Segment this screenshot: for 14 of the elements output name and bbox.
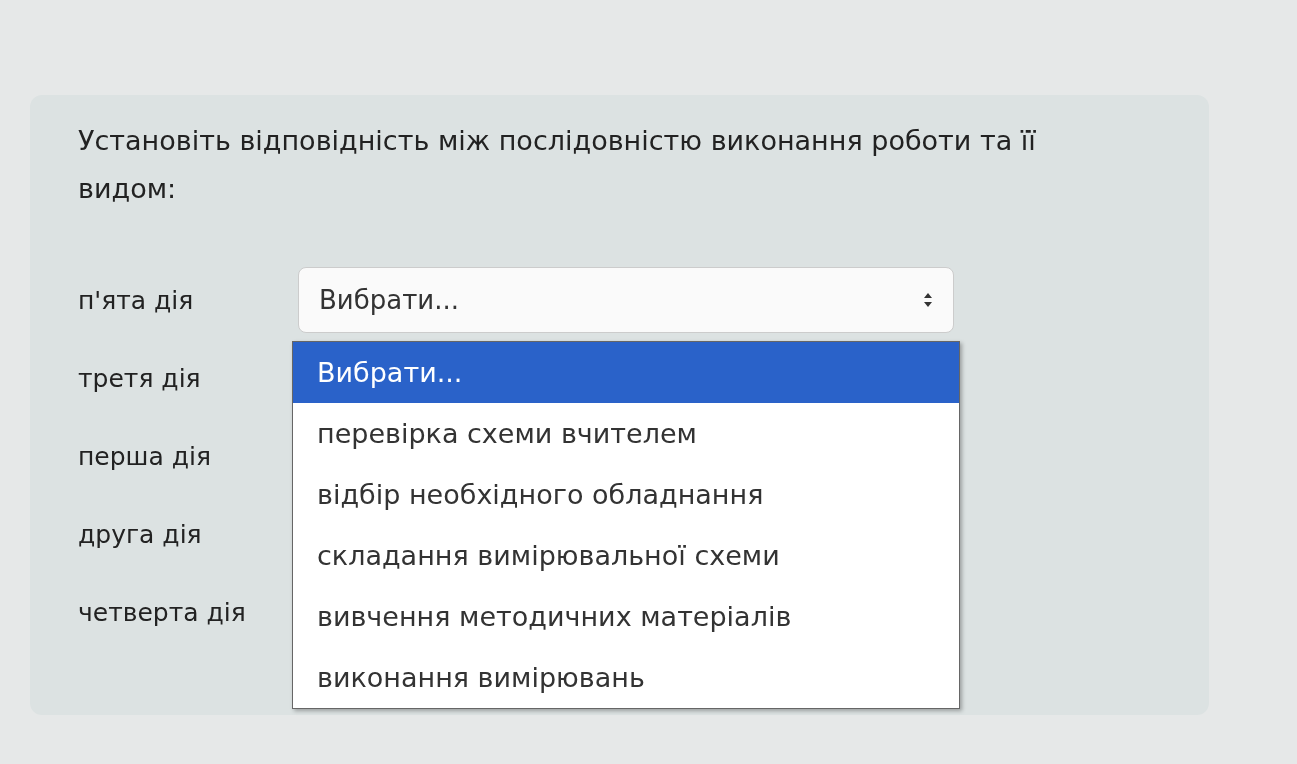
step-label: п'ята дія (78, 285, 195, 315)
dropdown-option[interactable]: виконання вимірювань (293, 647, 959, 708)
step-label: третя дія (78, 363, 202, 393)
select-field[interactable]: Вибрати... (298, 267, 954, 333)
dropdown-option[interactable]: відбір необхідного обладнання (293, 464, 959, 525)
step-label: перша дія (78, 441, 212, 471)
question-text: Установіть відповідність між послідовністю виконання роботи та її видом: (78, 124, 1037, 206)
dropdown-option[interactable]: Вибрати... (293, 342, 959, 403)
dropdown-option[interactable]: складання вимірювальної схеми (293, 525, 959, 586)
sort-icon (923, 292, 933, 308)
dropdown-option[interactable]: вивчення методичних матеріалів (293, 586, 959, 647)
step-label: четверта дія (78, 597, 247, 627)
step-label: друга дія (78, 519, 203, 549)
dropdown-option[interactable]: перевірка схеми вчителем (293, 403, 959, 464)
